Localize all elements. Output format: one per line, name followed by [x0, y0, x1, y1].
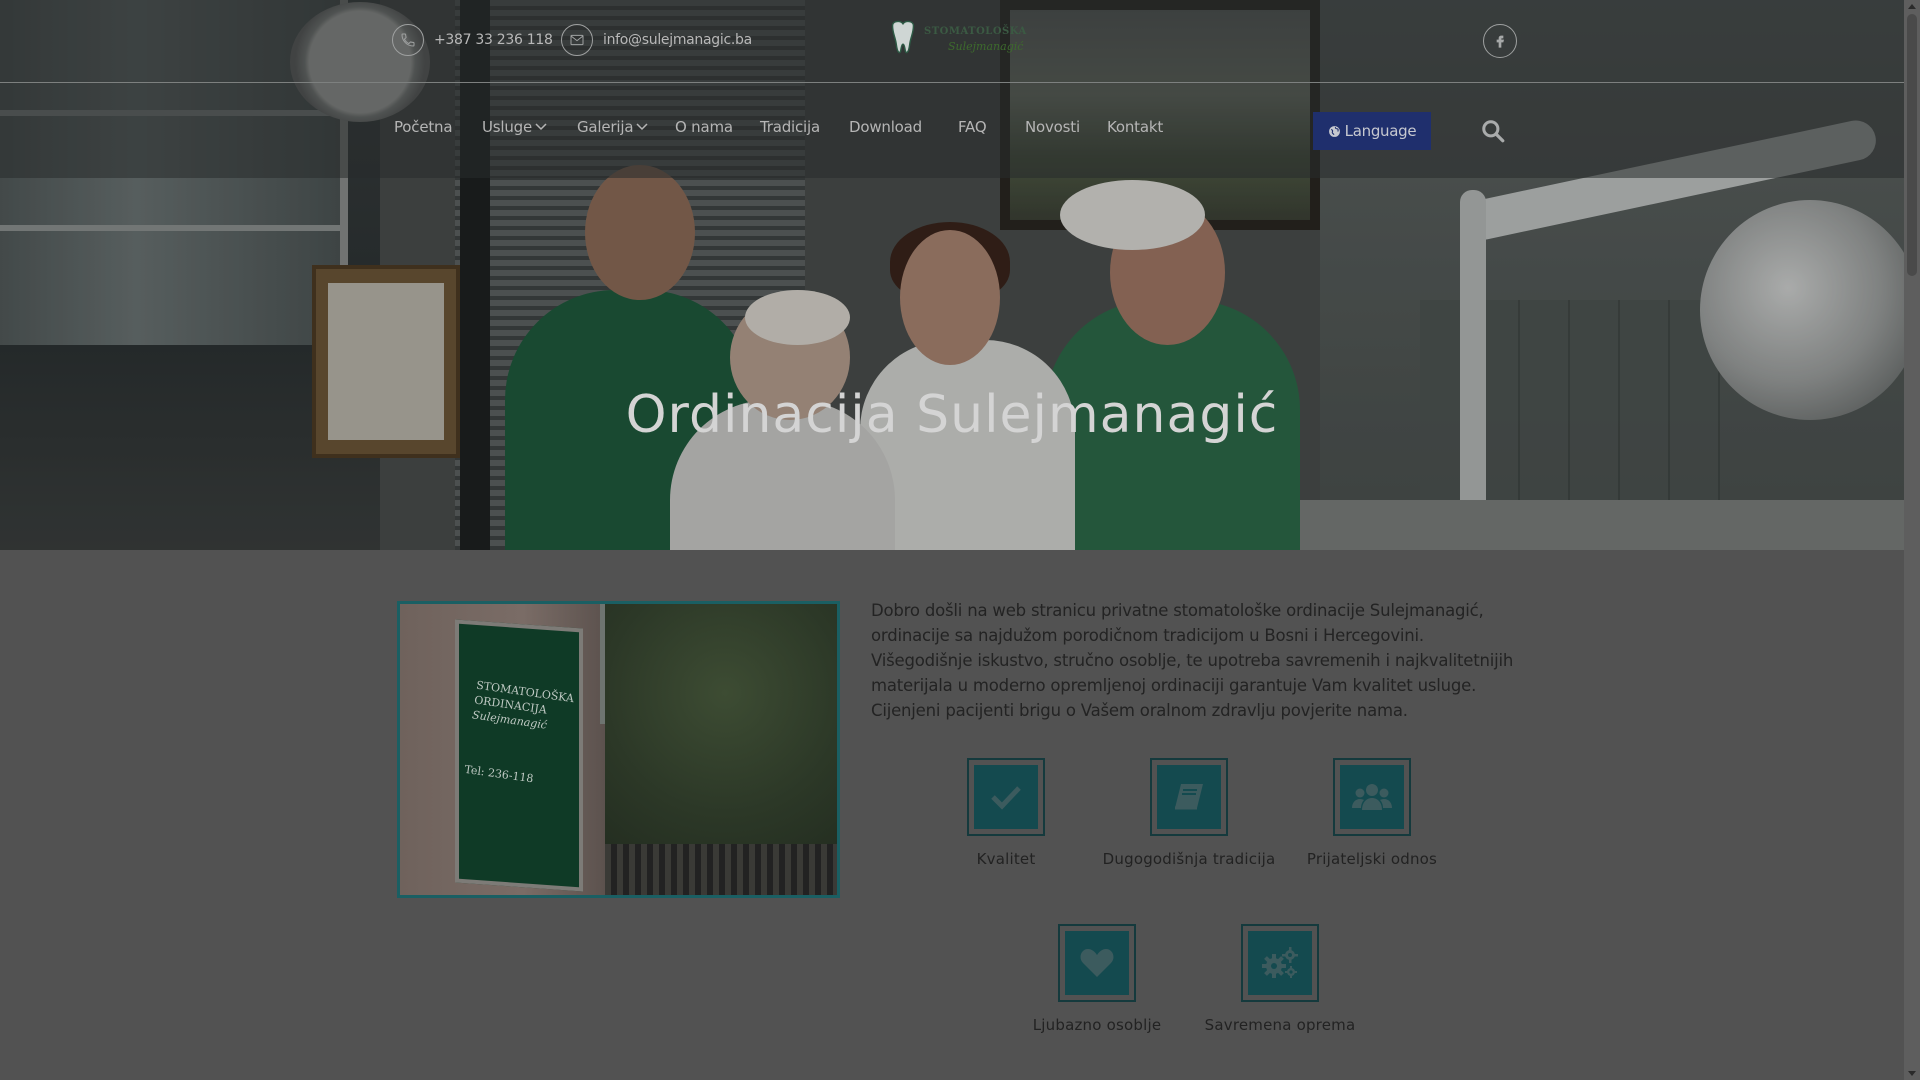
nav-item-novosti[interactable]: Novosti — [1025, 118, 1080, 136]
phone-contact[interactable]: +387 33 236 118 — [392, 22, 553, 58]
nav-item-kontakt[interactable]: Kontakt — [1107, 118, 1163, 136]
phone-number: +387 33 236 118 — [434, 32, 553, 48]
website: Ordinacija Sulejmanagić +387 33 236 118 … — [0, 0, 1904, 1080]
search-button[interactable] — [1480, 118, 1506, 148]
facebook-link[interactable] — [1483, 24, 1517, 58]
feature-kvalitet: Kvalitet — [911, 758, 1101, 868]
feature-label: Dugogodišnja tradicija — [1102, 850, 1276, 868]
users-icon — [1340, 765, 1404, 829]
tooth-icon — [891, 20, 915, 54]
gears-icon — [1248, 931, 1312, 995]
feature-ljubazno-osoblje: Ljubazno osoblje — [1002, 924, 1192, 1034]
search-icon — [1482, 120, 1505, 143]
feature-label: Prijateljski odnos — [1306, 850, 1438, 868]
nav-item-o-nama[interactable]: O nama — [675, 118, 733, 136]
globe-icon — [1328, 125, 1340, 137]
nav-item-tradicija[interactable]: Tradicija — [760, 118, 820, 136]
feature-label: Kvalitet — [976, 850, 1036, 868]
logo-text-line2: Sulejmanagić — [948, 40, 1024, 53]
nav-item-download[interactable]: Download — [849, 118, 922, 136]
chevron-down-icon — [636, 123, 648, 131]
nav-item-faq[interactable]: FAQ — [958, 118, 987, 136]
intro-paragraph: Dobro došli na web stranicu privatne sto… — [871, 601, 1514, 720]
scroll-up-arrow-icon[interactable] — [1908, 4, 1916, 9]
feature-tradicija: Dugogodišnja tradicija — [1094, 758, 1284, 868]
logo-text-line1: STOMATOLOŠKA — [924, 26, 1027, 37]
feature-prijateljski-odnos: Prijateljski odnos — [1277, 758, 1467, 868]
language-button[interactable]: Language — [1313, 112, 1431, 150]
email-contact[interactable]: info@sulejmanagic.ba — [561, 22, 752, 58]
scroll-down-arrow-icon[interactable] — [1908, 1071, 1916, 1076]
scrollbar-thumb[interactable] — [1907, 14, 1917, 276]
check-icon — [974, 765, 1038, 829]
clinic-sign-text: STOMATOLOŠKA ORDINACIJA Sulejmanagić Tel… — [463, 678, 575, 786]
phone-icon — [392, 24, 424, 56]
nav-item-galerija[interactable]: Galerija — [577, 118, 648, 136]
book-icon — [1157, 765, 1221, 829]
feature-label: Savremena oprema — [1204, 1016, 1356, 1034]
feature-label: Ljubazno osoblje — [1032, 1016, 1162, 1034]
nav-item-usluge[interactable]: Usluge — [482, 118, 547, 136]
top-bar: +387 33 236 118 info@sulejmanagic.ba STO… — [0, 0, 1904, 83]
nav-item-pocetna[interactable]: Početna — [394, 118, 453, 136]
hero-title: Ordinacija Sulejmanagić — [625, 385, 1279, 445]
feature-savremena-oprema: Savremena oprema — [1185, 924, 1375, 1034]
chevron-down-icon — [535, 123, 547, 131]
language-label: Language — [1344, 122, 1417, 140]
email-address: info@sulejmanagic.ba — [603, 32, 752, 48]
clinic-sign-photo: STOMATOLOŠKA ORDINACIJA Sulejmanagić Tel… — [397, 601, 840, 898]
page-scrollbar[interactable] — [1904, 0, 1920, 1080]
heart-icon — [1065, 931, 1129, 995]
site-logo[interactable]: STOMATOLOŠKA Sulejmanagić — [888, 18, 1026, 62]
facebook-icon — [1483, 24, 1517, 58]
envelope-icon — [561, 24, 593, 56]
